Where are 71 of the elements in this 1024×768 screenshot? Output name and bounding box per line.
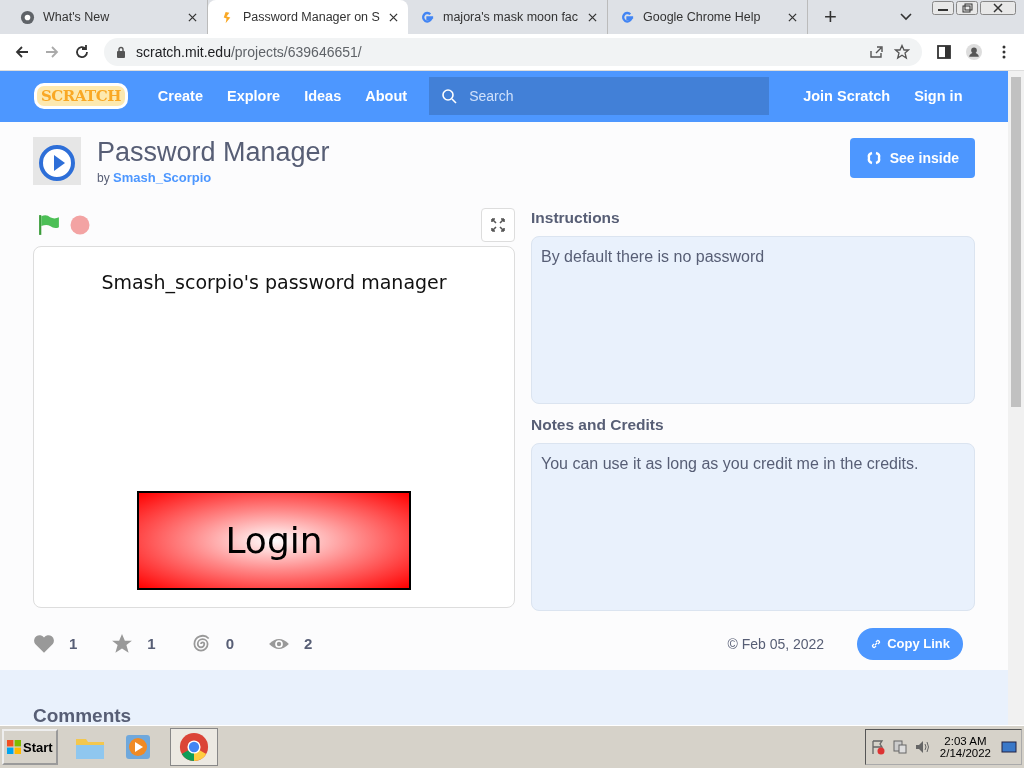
tab-title: What's New xyxy=(43,10,111,24)
side-panel-icon[interactable] xyxy=(936,44,952,60)
close-icon[interactable] xyxy=(980,1,1016,15)
star-icon[interactable] xyxy=(111,632,134,655)
share-icon[interactable] xyxy=(868,44,884,60)
share-date: © Feb 05, 2022 xyxy=(727,635,825,652)
star-icon[interactable] xyxy=(894,44,910,60)
lock-icon xyxy=(116,46,126,58)
tab-title: Password Manager on S xyxy=(243,10,381,24)
volume-icon[interactable] xyxy=(913,739,930,755)
see-inside-button[interactable]: See inside xyxy=(849,137,975,178)
fullscreen-button[interactable] xyxy=(481,207,515,242)
network-icon[interactable] xyxy=(891,739,908,755)
close-icon[interactable] xyxy=(188,12,197,22)
link-icon xyxy=(870,637,883,650)
tab-title: majora's mask moon fac xyxy=(443,10,580,24)
address-field[interactable]: scratch.mit.edu/projects/639646651/ xyxy=(104,38,922,66)
remix-icon xyxy=(865,149,882,166)
project-title: Password Manager xyxy=(97,136,330,168)
url-text: scratch.mit.edu/projects/639646651/ xyxy=(136,44,362,60)
author-link[interactable]: Smash_Scorpio xyxy=(113,169,212,185)
google-icon xyxy=(620,9,635,25)
search-field[interactable]: Search xyxy=(429,77,770,116)
stat-count: 1 xyxy=(147,635,156,653)
nav-link[interactable]: About xyxy=(353,88,420,105)
start-button[interactable]: Start xyxy=(2,729,58,765)
close-icon[interactable] xyxy=(389,12,398,22)
stage-heading: Smash_scorpio's password manager xyxy=(101,270,447,293)
browser-tab[interactable]: Password Manager on S xyxy=(208,0,408,34)
fullscreen-icon xyxy=(490,216,506,233)
new-tab-button[interactable]: + xyxy=(818,4,843,30)
back-icon[interactable] xyxy=(14,44,30,60)
project-stage[interactable]: Smash_scorpio's password manager Login xyxy=(33,245,515,608)
search-icon xyxy=(441,88,458,105)
chrome-icon[interactable] xyxy=(177,732,210,762)
clock-time: 2:03 AM xyxy=(944,735,987,747)
comments-heading: Comments xyxy=(33,706,133,725)
google-icon xyxy=(420,9,435,25)
heart-icon[interactable] xyxy=(33,632,55,655)
nav-link[interactable]: Ideas xyxy=(292,88,354,105)
stat-count: 0 xyxy=(225,635,235,653)
section-title: Instructions xyxy=(531,208,621,227)
project-thumbnail xyxy=(33,135,81,186)
minimize-icon[interactable] xyxy=(932,1,954,15)
scrollbar[interactable] xyxy=(1008,71,1024,725)
notes-text: You can use it as long as you credit me in the credits. xyxy=(541,454,919,472)
copy-link-button[interactable]: Copy Link xyxy=(857,627,963,660)
chrome-icon xyxy=(20,9,35,25)
by-label: by xyxy=(97,170,110,185)
nav-link[interactable]: Explore xyxy=(214,88,293,105)
flag-icon[interactable] xyxy=(869,739,886,755)
close-icon[interactable] xyxy=(588,12,597,22)
chevron-down-icon[interactable] xyxy=(900,13,912,21)
stat-count: 1 xyxy=(69,635,78,653)
nav-link[interactable]: Create xyxy=(145,88,215,105)
section-title: Notes and Credits xyxy=(531,415,665,434)
clock-date: 2/14/2022 xyxy=(939,747,991,759)
close-icon[interactable] xyxy=(788,12,797,22)
login-button[interactable]: Login xyxy=(137,490,411,590)
profile-icon[interactable] xyxy=(966,44,982,60)
nav-link[interactable]: Join Scratch xyxy=(791,88,903,105)
tab-title: Google Chrome Help xyxy=(643,10,762,24)
stat-count: 2 xyxy=(304,635,313,653)
reload-icon[interactable] xyxy=(74,44,90,60)
nav-link[interactable]: Sign in xyxy=(902,88,975,105)
restore-icon[interactable] xyxy=(956,1,978,15)
show-desktop-icon[interactable] xyxy=(1001,739,1017,755)
windows-logo xyxy=(7,740,21,754)
scratch-logo[interactable]: SCRATCH xyxy=(34,83,128,110)
flag-icon[interactable] xyxy=(38,213,60,236)
instructions-text: By default there is no password xyxy=(541,247,765,265)
